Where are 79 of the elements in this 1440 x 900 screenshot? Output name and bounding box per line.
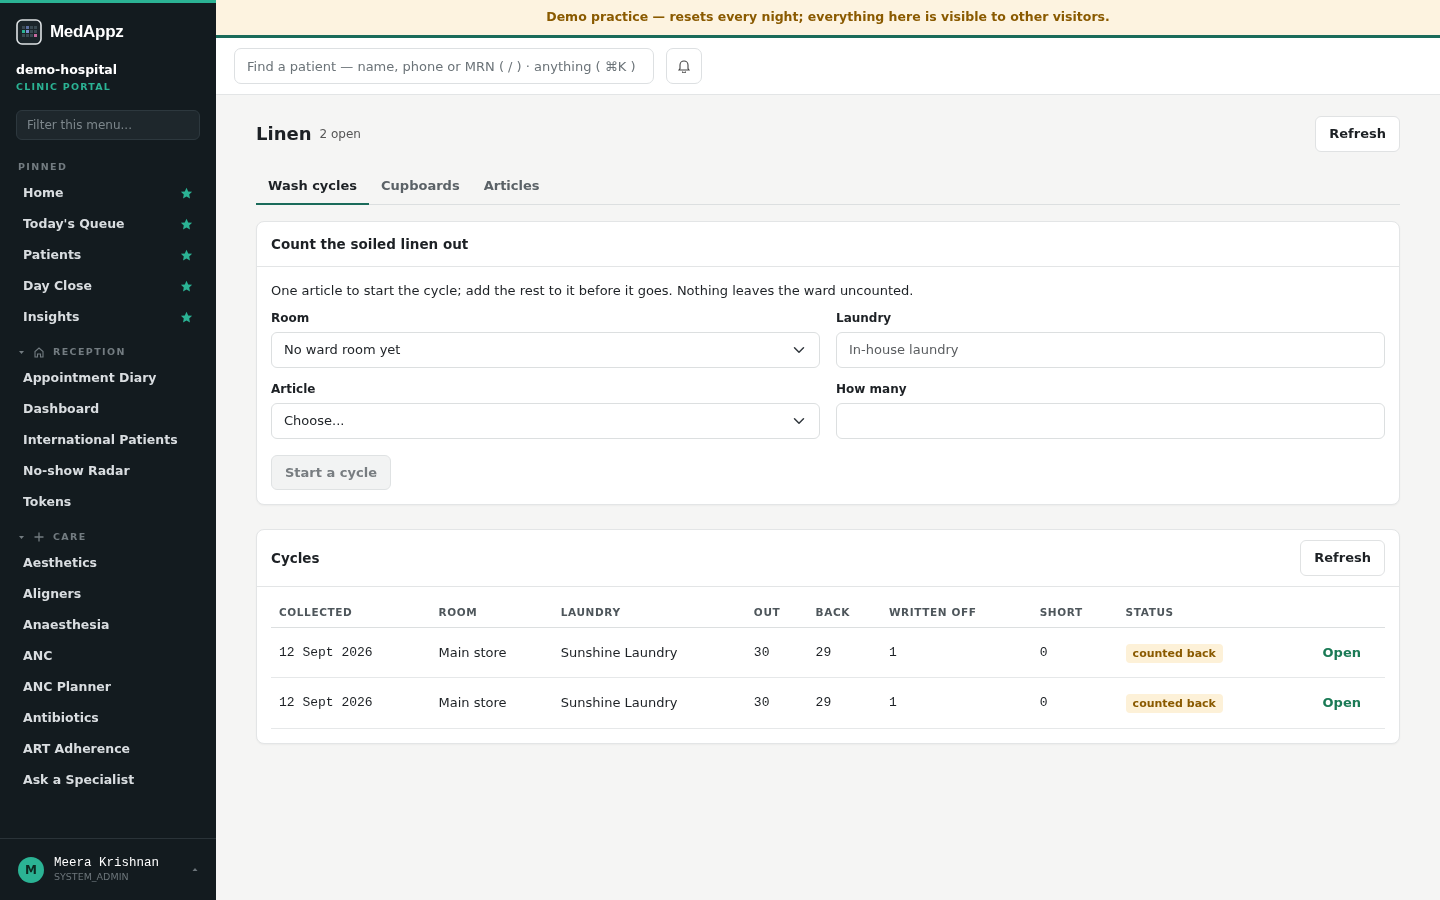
refresh-button[interactable]: Refresh xyxy=(1300,540,1385,576)
sidebar-item[interactable]: Aesthetics xyxy=(10,548,206,579)
select-field[interactable]: Choose... xyxy=(271,402,820,439)
sidebar-item[interactable]: Ask a Specialist xyxy=(10,765,206,796)
field-label: Room xyxy=(271,309,311,327)
caret-icon xyxy=(192,867,198,872)
card-title: Count the soiled linen out xyxy=(257,222,1399,268)
sidebar-item[interactable]: ANC xyxy=(10,641,206,672)
demo-banner: Demo practice — resets every night; everything here is visible to other visitors. xyxy=(216,0,1440,38)
sidebar-item[interactable]: Patients xyxy=(10,240,206,271)
table-cell: 1 xyxy=(880,627,1032,678)
sidebar-item[interactable]: Insights xyxy=(10,302,206,333)
page-title: Linen xyxy=(256,122,312,147)
table-cell: 12 Sept 2026 xyxy=(271,627,431,678)
user-avatar: M xyxy=(18,856,44,883)
table-cell: Main store xyxy=(430,627,553,678)
sidebar-item[interactable]: ANC Planner xyxy=(10,672,206,703)
portal-label: CLINIC PORTAL xyxy=(16,79,112,94)
tab[interactable]: Cupboards xyxy=(369,167,472,205)
status-tag: counted back xyxy=(1125,643,1223,663)
tab[interactable]: Wash cycles xyxy=(256,167,370,205)
open-link[interactable]: Open xyxy=(1322,695,1361,710)
table-cell: Sunshine Laundry xyxy=(552,627,746,678)
sidebar-item[interactable]: Today's Queue xyxy=(10,209,206,240)
sidebar-item[interactable]: Aligners xyxy=(10,579,206,610)
field-label: How many xyxy=(836,380,908,398)
organization-name: demo-hospital xyxy=(16,61,119,79)
column-header: SHORT xyxy=(1031,590,1118,627)
house-icon xyxy=(33,346,45,358)
input-field[interactable]: In-house laundry xyxy=(836,331,1385,368)
column-header: BACK xyxy=(807,590,881,627)
bell-icon xyxy=(677,59,691,73)
column-header: COLLECTED xyxy=(271,590,431,627)
sidebar-item[interactable]: Antibiotics xyxy=(10,703,206,734)
column-header: STATUS xyxy=(1117,590,1283,627)
sidebar-item[interactable]: Appointment Diary xyxy=(10,363,206,394)
open-link[interactable]: Open xyxy=(1322,644,1361,660)
sidebar-item[interactable]: Day Close xyxy=(10,271,206,302)
table-cell: Main store xyxy=(430,677,553,728)
refresh-button[interactable]: Refresh xyxy=(1315,116,1400,152)
notifications-button[interactable] xyxy=(666,48,702,84)
table-cell: 29 xyxy=(807,677,881,728)
column-header: ROOM xyxy=(430,590,553,627)
sidebar-item[interactable]: Home xyxy=(10,178,206,209)
sidebar-item[interactable]: No-show Radar xyxy=(10,456,206,487)
table-cell: 12 Sept 2026 xyxy=(271,677,431,728)
column-header: OUT xyxy=(745,590,808,627)
section-label: PINNED xyxy=(18,159,68,174)
table-cell: 30 xyxy=(745,677,808,728)
user-role: SYSTEM_ADMIN xyxy=(54,871,130,883)
sidebar-item[interactable]: International Patients xyxy=(10,425,206,456)
brand-name: MedAppz xyxy=(50,21,124,44)
tab[interactable]: Articles xyxy=(471,167,552,205)
table-cell: 0 xyxy=(1031,627,1118,678)
field-label: Laundry xyxy=(836,309,893,327)
table-cell: 30 xyxy=(745,627,808,678)
section-label: RECEPTION xyxy=(53,344,126,359)
menu-filter-field[interactable]: Filter this menu... xyxy=(16,110,200,140)
card-title: Cycles xyxy=(271,548,320,568)
table-cell: Sunshine Laundry xyxy=(552,677,746,728)
open-count: 2 open xyxy=(319,125,362,143)
status-tag: counted back xyxy=(1125,694,1223,713)
plus-icon xyxy=(33,531,45,543)
logo-icon xyxy=(16,19,42,45)
section-label: CARE xyxy=(53,529,87,544)
column-header: LAUNDRY xyxy=(552,590,746,627)
select-field[interactable]: No ward room yet xyxy=(271,331,820,368)
table-cell: 29 xyxy=(807,627,881,678)
user-name: Meera Krishnan xyxy=(54,856,161,872)
form-intro: One article to start the cycle; add the rest to it before it goes. Nothing leaves the ward uncounted. xyxy=(271,282,915,301)
search-field[interactable]: Find a patient — name, phone or MRN ( / ) · anything ( ⌘K ) xyxy=(234,48,654,84)
sidebar-item[interactable]: Dashboard xyxy=(10,394,206,425)
sidebar-item[interactable]: ART Adherence xyxy=(10,734,206,765)
field-label: Article xyxy=(271,380,317,398)
table-cell: 0 xyxy=(1031,677,1118,728)
sidebar-item[interactable]: Anaesthesia xyxy=(10,610,206,641)
sidebar-item[interactable]: Tokens xyxy=(10,487,206,518)
column-header: WRITTEN OFF xyxy=(880,590,1032,627)
table-cell: 1 xyxy=(880,677,1032,728)
